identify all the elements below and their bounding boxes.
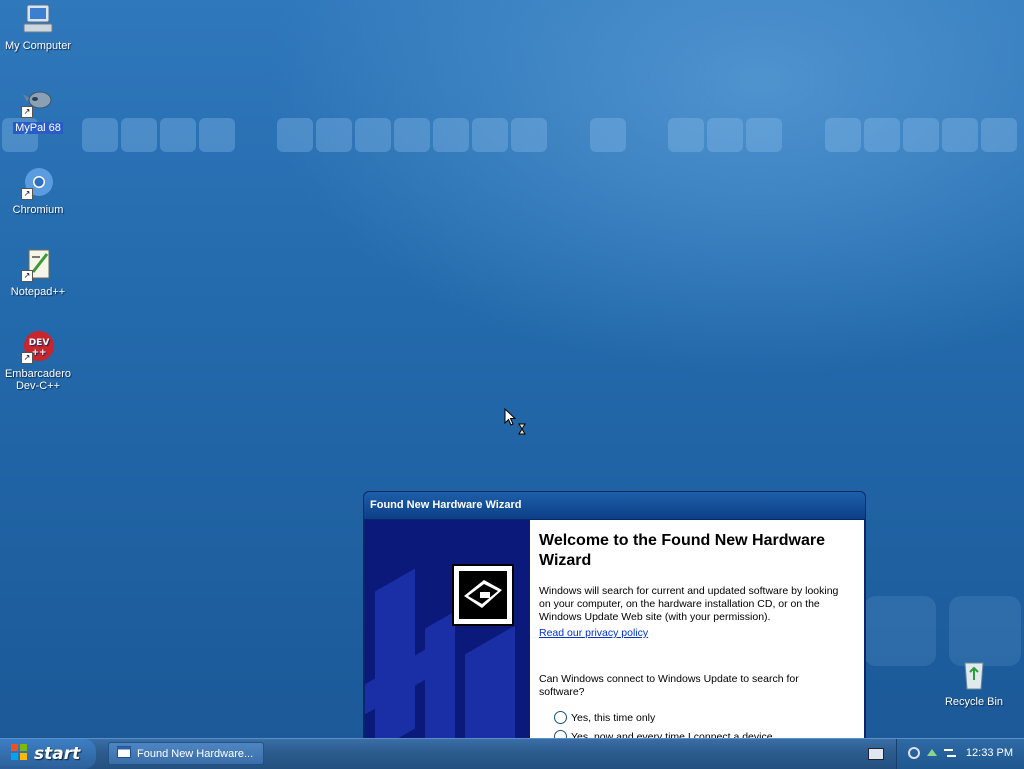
desktop-icon-label: Recycle Bin [944, 696, 1004, 708]
desktop-icon-chromium[interactable]: ↗ Chromium [0, 166, 76, 216]
wizard-title-bar[interactable]: Found New Hardware Wizard [364, 492, 865, 519]
notepad-plus-plus-icon: ↗ [21, 248, 55, 282]
start-button[interactable]: start [0, 739, 96, 769]
desktop-icon-label: Chromium [12, 204, 64, 216]
wizard-content: Welcome to the Found New Hardware Wizard… [530, 520, 864, 742]
computer-icon [21, 2, 55, 36]
desktop-icon-label: Embarcadero Dev-C++ [4, 368, 72, 392]
mypal-icon: ↗ [21, 84, 55, 118]
shortcut-arrow-icon: ↗ [21, 106, 33, 118]
wallpaper-tile-band [0, 116, 1024, 156]
wizard-description: Windows will search for current and upda… [539, 585, 839, 623]
shortcut-arrow-icon: ↗ [21, 352, 33, 364]
chromium-icon: ↗ [21, 166, 55, 200]
radio-label: Yes, this time only [571, 711, 656, 724]
wizard-question: Can Windows connect to Windows Update to… [539, 673, 799, 698]
windows-logo-icon [10, 743, 28, 766]
desktop-icon-my-computer[interactable]: My Computer [0, 2, 76, 52]
safely-remove-icon[interactable] [925, 746, 939, 760]
desktop-icon-devcpp[interactable]: DEV ++ ↗ Embarcadero Dev-C++ [0, 330, 76, 392]
svg-text:++: ++ [31, 348, 46, 358]
wizard-heading: Welcome to the Found New Hardware Wizard [539, 532, 825, 569]
network-icon[interactable] [943, 746, 957, 760]
desktop-icon-mypal[interactable]: ↗ MyPal 68 [0, 84, 76, 134]
hardware-tray-icon[interactable] [907, 746, 921, 760]
found-new-hardware-wizard[interactable]: Found New Hardware Wizard Welcome to the… [363, 491, 866, 743]
window-icon [117, 746, 131, 761]
shortcut-arrow-icon: ↗ [21, 188, 33, 200]
shortcut-arrow-icon: ↗ [21, 270, 33, 282]
system-tray: 12:33 PM [896, 739, 1024, 769]
desktop-icon-label: My Computer [4, 40, 72, 52]
radio-option-this-time[interactable]: Yes, this time only [554, 711, 655, 724]
taskbar-button-hardware-wizard[interactable]: Found New Hardware... [108, 742, 264, 765]
start-label: start [34, 744, 81, 764]
svg-text:DEV: DEV [29, 338, 50, 348]
taskbar: start Found New Hardware... 12:33 PM [0, 738, 1024, 769]
radio-button[interactable] [554, 711, 567, 724]
keyboard-layout-icon[interactable] [868, 748, 884, 760]
desktop-icon-recycle-bin[interactable]: Recycle Bin [936, 658, 1012, 708]
desktop-icon-label: MyPal 68 [13, 122, 63, 134]
hardware-icon [452, 564, 514, 626]
clock[interactable]: 12:33 PM [966, 747, 1013, 759]
devcpp-icon: DEV ++ ↗ [21, 330, 55, 364]
wizard-sidebar-graphic [365, 520, 529, 742]
desktop-icon-notepad-plus-plus[interactable]: ↗ Notepad++ [0, 248, 76, 298]
desktop-icon-label: Notepad++ [10, 286, 66, 298]
busy-cursor-icon [504, 407, 530, 441]
privacy-policy-link[interactable]: Read our privacy policy [539, 627, 648, 639]
taskbar-button-label: Found New Hardware... [137, 747, 254, 760]
recycle-bin-icon [957, 658, 991, 692]
